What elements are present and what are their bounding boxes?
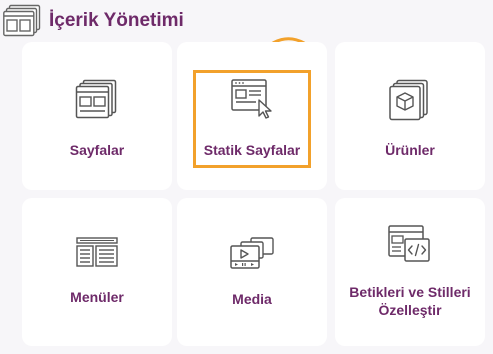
card-media[interactable]: Media: [177, 198, 327, 346]
code-window-icon: [388, 225, 430, 262]
page-title: İçerik Yönetimi: [49, 10, 184, 31]
pages-stack-icon: [75, 79, 117, 119]
static-page-cursor-icon: [231, 79, 272, 119]
card-sayfalar[interactable]: Sayfalar: [22, 42, 172, 190]
card-menuler[interactable]: Menüler: [22, 198, 172, 346]
menu-list-icon: [76, 237, 118, 267]
card-urunler[interactable]: Ürünler: [335, 42, 485, 190]
card-label: Ürünler: [385, 142, 435, 158]
card-label: Betikleri ve Stilleri Özelleştir: [349, 284, 471, 318]
card-label: Menüler: [70, 289, 124, 305]
product-box-icon: [389, 79, 428, 121]
page-header: İçerik Yönetimi: [3, 4, 184, 38]
card-label: Media: [232, 291, 272, 307]
media-player-icon: [230, 237, 274, 269]
window-layout-icon: [3, 4, 41, 38]
card-statik-sayfalar[interactable]: Statik Sayfalar: [177, 42, 327, 190]
card-betikleri-ve-stilleri[interactable]: Betikleri ve Stilleri Özelleştir: [335, 198, 485, 346]
card-label: Statik Sayfalar: [203, 142, 301, 158]
card-label: Sayfalar: [69, 142, 125, 158]
